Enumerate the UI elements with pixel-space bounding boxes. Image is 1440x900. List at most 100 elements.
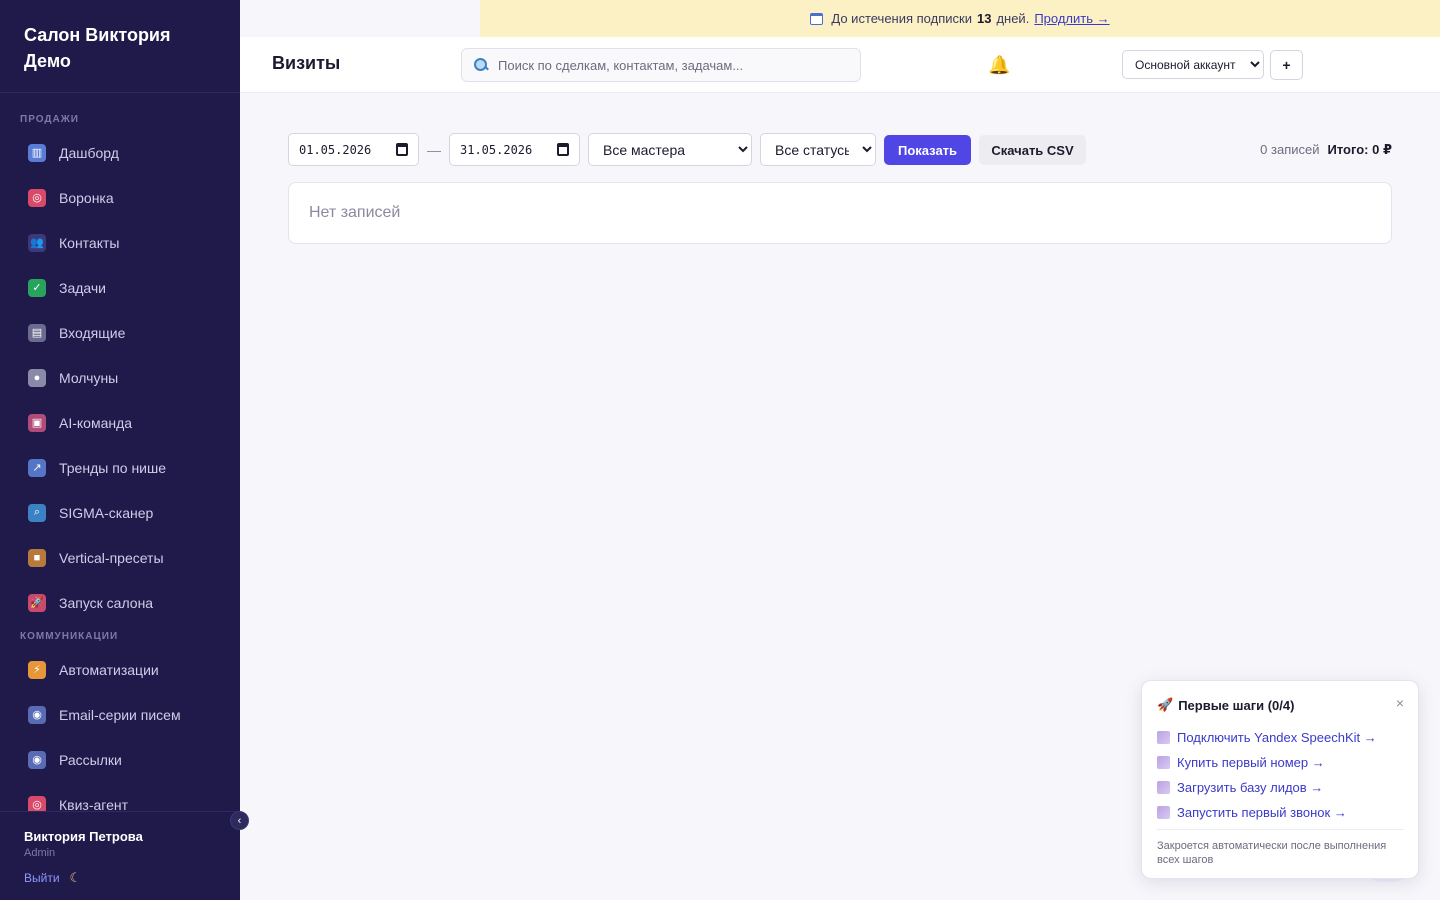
sidebar-item-label: Квиз-агент — [59, 796, 129, 812]
page-title: Визиты — [272, 53, 341, 73]
rocket-icon: 🚀 — [1157, 697, 1174, 712]
add-account-button[interactable]: + — [1270, 50, 1303, 80]
date-range-dash: — — [427, 142, 441, 158]
bell-icon[interactable]: 🔔 — [988, 55, 1010, 76]
sidebar-item-label: Дашборд — [59, 144, 119, 161]
sidebar-item-label: Рассылки — [59, 751, 122, 768]
top-header: Визиты 🔔 Основной аккаунт + — [240, 37, 1440, 93]
sidebar-nav: ПРОДАЖИ ▥ Дашборд ◎ Воронка 👥 Контакты ✓ Задачи… — [0, 93, 240, 811]
statuses-select[interactable]: Все статусы — [760, 133, 876, 166]
records-count: 0 записей — [1260, 142, 1320, 157]
step-checkbox-icon — [1157, 806, 1170, 819]
records-total: Итого: 0 ₽ — [1327, 142, 1393, 157]
sidebar-item-label: Контакты — [59, 234, 120, 251]
search-icon — [474, 58, 488, 72]
show-button[interactable]: Показать — [884, 135, 971, 165]
sidebar-item[interactable]: ✓ Задачи — [0, 265, 240, 310]
user-role: Admin — [24, 847, 56, 859]
email-icon: ◉ — [28, 705, 46, 724]
search-box[interactable] — [461, 48, 861, 82]
sidebar-item[interactable]: 👥 Контакты — [0, 220, 240, 265]
onboarding-step-label: Подключить Yandex SpeechKit → — [1177, 730, 1377, 745]
brand-name-line2: Демо — [24, 51, 71, 71]
date-to-input[interactable]: 31.05.2026 — [449, 133, 580, 166]
banner-prefix: До истечения подписки — [831, 11, 972, 26]
sidebar-item-label: Задачи — [59, 279, 107, 296]
sidebar-item-label: Молчуны — [59, 369, 119, 386]
step-checkbox-icon — [1157, 756, 1170, 769]
step-checkbox-icon — [1157, 781, 1170, 794]
sidebar-item-label: AI-команда — [59, 414, 133, 431]
sidebar-item[interactable]: ⌕ SIGMA-сканер — [0, 490, 240, 535]
inbox-icon: ▤ — [28, 323, 46, 342]
checkbox-icon: ✓ — [28, 278, 46, 297]
sidebar-item-label: Запуск салона — [59, 594, 154, 611]
sidebar-item[interactable]: ◉ Email-серии писем — [0, 692, 240, 737]
sidebar-item-label: Email-серии писем — [59, 706, 181, 723]
sidebar-item[interactable]: ◎ Квиз-агент — [0, 782, 240, 811]
sidebar-item[interactable]: ▣ AI-команда — [0, 400, 240, 445]
people-icon: 👥 — [28, 233, 46, 252]
sidebar-item[interactable]: ◎ Воронка — [0, 175, 240, 220]
nav-section-communications: КОММУНИКАЦИИ — [20, 631, 119, 642]
date-from-input[interactable]: 01.05.2026 — [288, 133, 419, 166]
sidebar-item[interactable]: 🚀 Запуск салона — [0, 580, 240, 625]
onboarding-step[interactable]: Купить первый номер → — [1157, 750, 1404, 775]
dark-mode-moon-icon[interactable]: ☾ — [70, 870, 82, 886]
sidebar: Салон Виктория Демо ПРОДАЖИ ▥ Дашборд ◎ Вор… — [0, 0, 240, 900]
onboarding-step[interactable]: Подключить Yandex SpeechKit → — [1157, 725, 1404, 750]
sidebar-item[interactable]: ▥ Дашборд — [0, 130, 240, 175]
broadcast-icon: ◉ — [28, 750, 46, 769]
rocket-icon: 🚀 — [28, 593, 46, 612]
sidebar-item-label: Автоматизации — [59, 661, 159, 678]
onboarding-title: Первые шаги (0/4) — [1178, 697, 1295, 713]
robot-icon: ▣ — [28, 413, 46, 432]
sidebar-item-label: SIGMA-сканер — [59, 504, 154, 521]
search-input[interactable] — [498, 57, 838, 73]
step-checkbox-icon — [1157, 731, 1170, 744]
nav-section-sales: ПРОДАЖИ — [20, 114, 79, 125]
sidebar-item[interactable]: ▤ Входящие — [0, 310, 240, 355]
renew-link[interactable]: Продлить → — [1034, 11, 1109, 26]
package-icon: ■ — [28, 548, 46, 567]
brand: Салон Виктория Демо — [0, 0, 240, 93]
sidebar-item[interactable]: ◉ Рассылки — [0, 737, 240, 782]
onboarding-step[interactable]: Запустить первый звонок → — [1157, 800, 1404, 825]
filters-bar: 01.05.2026 — 31.05.2026 Все мастера Все … — [288, 133, 1392, 166]
lightning-icon: ⚡ — [28, 660, 46, 679]
sidebar-item-label: Входящие — [59, 324, 126, 341]
onboarding-step[interactable]: Загрузить базу лидов → — [1157, 775, 1404, 800]
logout-link[interactable]: Выйти — [24, 871, 60, 885]
sidebar-item-label: Воронка — [59, 189, 114, 206]
target-icon: ◎ — [28, 795, 46, 811]
account-select[interactable]: Основной аккаунт — [1122, 50, 1264, 79]
target-icon: ◎ — [28, 188, 46, 207]
empty-state: Нет записей — [288, 182, 1392, 244]
close-icon[interactable]: × — [1396, 695, 1404, 711]
sidebar-item[interactable]: ● Молчуны — [0, 355, 240, 400]
subscription-banner: До истечения подписки 13 дней. Продлить … — [480, 0, 1440, 37]
sidebar-item[interactable]: ■ Vertical-пресеты — [0, 535, 240, 580]
brand-name-line1: Салон Виктория — [24, 25, 171, 45]
onboarding-header: 🚀 Первые шаги (0/4) — [1157, 697, 1404, 713]
date-to-value: 31.05.2026 — [460, 142, 533, 157]
speech-bubble-icon: ● — [28, 368, 46, 387]
banner-suffix: дней. — [996, 11, 1030, 26]
user-name: Виктория Петрова — [24, 829, 143, 844]
calendar-picker-icon[interactable] — [557, 143, 569, 156]
calendar-icon — [810, 12, 824, 25]
sidebar-item[interactable]: ↗ Тренды по нише — [0, 445, 240, 490]
sidebar-item[interactable]: ⚡ Автоматизации — [0, 647, 240, 692]
collapse-sidebar-button[interactable]: ‹ — [230, 811, 249, 830]
trend-icon: ↗ — [28, 458, 46, 477]
onboarding-step-label: Купить первый номер → — [1177, 755, 1325, 770]
magnifier-icon: ⌕ — [28, 503, 46, 522]
masters-select[interactable]: Все мастера — [588, 133, 752, 166]
date-from-value: 01.05.2026 — [299, 142, 372, 157]
download-csv-button[interactable]: Скачать CSV — [979, 135, 1086, 165]
onboarding-card: 🚀 Первые шаги (0/4) × Подключить Yandex … — [1141, 680, 1419, 879]
calendar-picker-icon[interactable] — [396, 143, 408, 156]
chart-icon: ▥ — [28, 143, 46, 162]
records-summary: 0 записей Итого: 0 ₽ — [1260, 142, 1392, 158]
onboarding-note: Закроется автоматически после выполнения… — [1157, 829, 1404, 867]
